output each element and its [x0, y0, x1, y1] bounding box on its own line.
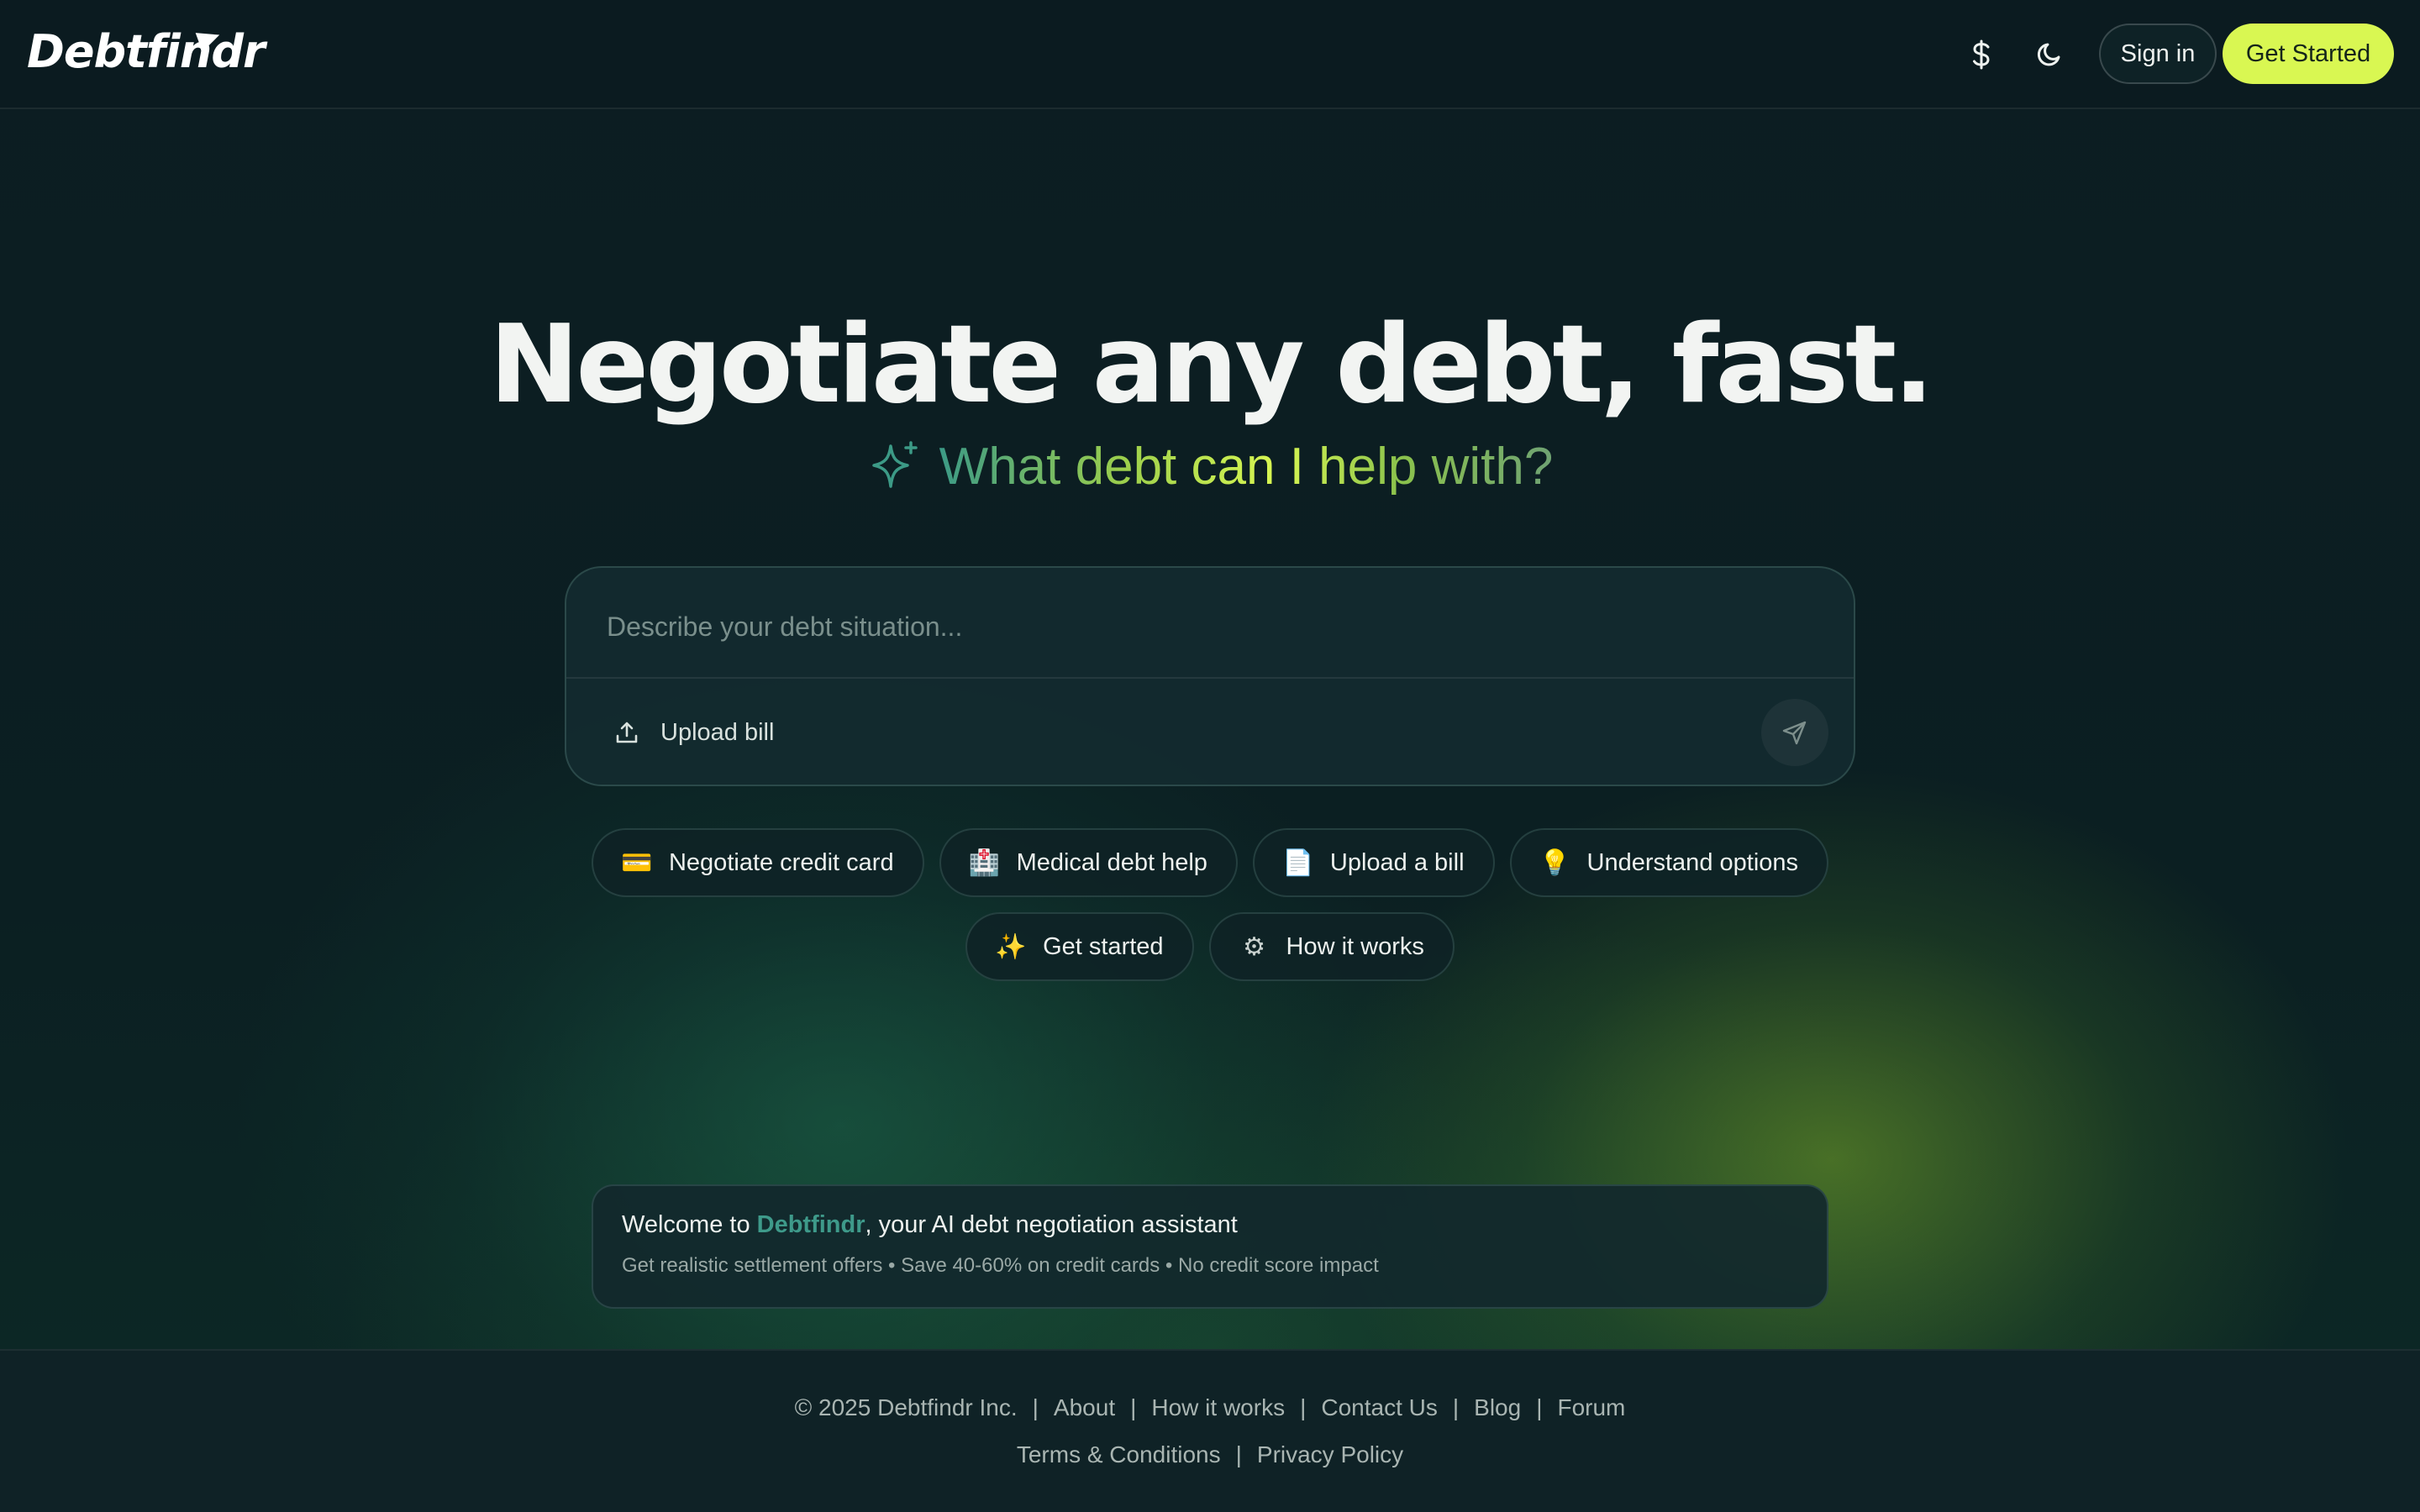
footer-link-terms[interactable]: Terms & Conditions [1017, 1441, 1221, 1468]
chip-label: Medical debt help [1016, 848, 1207, 876]
chip-understand-options[interactable]: 💡 Understand options [1509, 828, 1829, 897]
chip-label: Negotiate credit card [668, 848, 894, 876]
chip-upload-a-bill[interactable]: 📄 Upload a bill [1252, 828, 1495, 897]
footer-link-contact-us[interactable]: Contact Us [1321, 1394, 1438, 1421]
debt-description-input[interactable] [607, 601, 1817, 652]
footer-separator: | [1300, 1394, 1307, 1420]
sign-in-button[interactable]: Sign in [2099, 24, 2217, 84]
hospital-icon: 🏥 [968, 848, 1001, 878]
footer-separator: | [1032, 1394, 1039, 1420]
footer-links-row-1: © 2025 Debtfindr Inc. | About | How it w… [0, 1394, 2420, 1421]
dollar-icon[interactable] [1960, 34, 2002, 76]
composer-divider [566, 677, 1854, 679]
upload-bill-label: Upload bill [660, 718, 775, 746]
sparkle-icon [867, 439, 923, 495]
moon-icon[interactable] [2028, 34, 2070, 76]
gear-icon: ⚙ [1243, 932, 1265, 962]
welcome-suffix: , your AI debt negotiation assistant [865, 1211, 1238, 1238]
debt-input-box: Upload bill [565, 566, 1855, 786]
copyright: © 2025 Debtfindr Inc. [794, 1394, 1018, 1420]
footer-link-how-it-works[interactable]: How it works [1151, 1394, 1285, 1421]
footer-link-forum[interactable]: Forum [1557, 1394, 1625, 1421]
suggestion-chips-row-2: ✨ Get started ⚙ How it works [0, 912, 2420, 981]
credit-card-icon: 💳 [621, 848, 653, 878]
footer-link-privacy[interactable]: Privacy Policy [1257, 1441, 1403, 1468]
logo[interactable]: Debtfindr [27, 25, 266, 78]
chip-label: Get started [1043, 932, 1164, 960]
upload-icon [613, 719, 640, 746]
welcome-message: Welcome to Debtfindr, your AI debt negot… [622, 1211, 1798, 1239]
top-nav: Debtfindr Sign in Get Started [0, 0, 2420, 109]
welcome-prefix: Welcome to [622, 1211, 757, 1238]
send-icon [1781, 719, 1808, 746]
welcome-details: Get realistic settlement offers • Save 4… [622, 1254, 1379, 1277]
sparkles-icon: ✨ [995, 932, 1027, 962]
send-button[interactable] [1761, 699, 1828, 766]
footer-link-about[interactable]: About [1054, 1394, 1115, 1421]
chip-medical-debt-help[interactable]: 🏥 Medical debt help [939, 828, 1238, 897]
chip-label: How it works [1286, 932, 1424, 960]
chip-how-it-works[interactable]: ⚙ How it works [1208, 912, 1455, 981]
subheading-text: What debt can I help with? [939, 438, 1554, 496]
upload-bill-button[interactable]: Upload bill [613, 709, 774, 756]
footer-separator: | [1536, 1394, 1543, 1420]
chip-label: Upload a bill [1329, 848, 1465, 876]
footer: © 2025 Debtfindr Inc. | About | How it w… [0, 1349, 2420, 1512]
subheading: What debt can I help with? [0, 437, 2420, 496]
footer-link-blog[interactable]: Blog [1474, 1394, 1521, 1421]
footer-links-row-2: Terms & Conditions | Privacy Policy [0, 1441, 2420, 1468]
suggestion-chips-row-1: 💳 Negotiate credit card 🏥 Medical debt h… [0, 828, 2420, 897]
chip-label: Understand options [1586, 848, 1799, 876]
welcome-brand: Debtfindr [756, 1211, 865, 1238]
footer-separator: | [1235, 1441, 1242, 1467]
welcome-card: Welcome to Debtfindr, your AI debt negot… [592, 1184, 1828, 1309]
chip-get-started[interactable]: ✨ Get started [965, 912, 1194, 981]
get-started-button[interactable]: Get Started [2223, 24, 2394, 84]
document-icon: 📄 [1282, 848, 1314, 878]
footer-separator: | [1452, 1394, 1460, 1420]
footer-separator: | [1130, 1394, 1137, 1420]
page-title: Negotiate any debt, fast. [489, 302, 1934, 428]
lightbulb-icon: 💡 [1539, 848, 1571, 878]
chip-negotiate-credit-card[interactable]: 💳 Negotiate credit card [591, 828, 924, 897]
